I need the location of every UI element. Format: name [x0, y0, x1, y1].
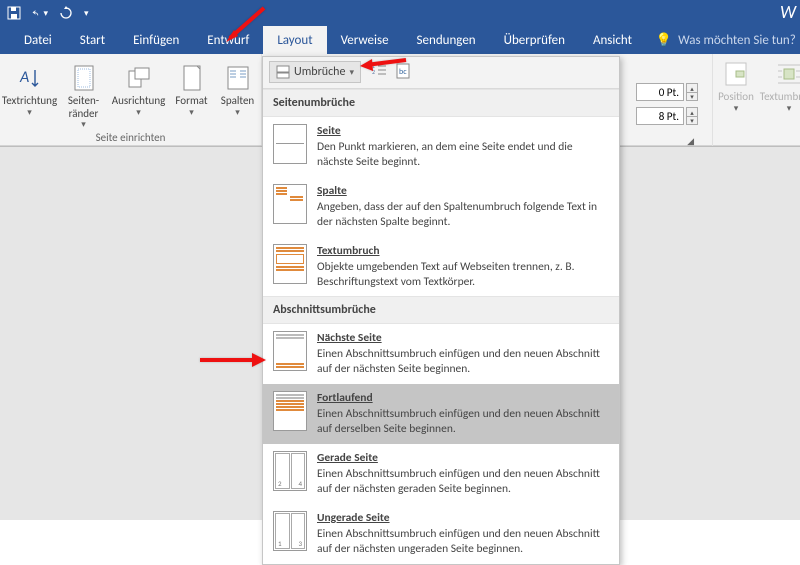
columns-icon	[222, 62, 254, 94]
spacing-before[interactable]: ▴▾	[636, 83, 698, 101]
seitenraender-label: Seiten- ränder	[68, 95, 99, 120]
thumb-seite-icon	[273, 124, 307, 164]
orientation-icon	[123, 62, 155, 94]
format-label: Format	[175, 95, 207, 108]
lightbulb-icon: 💡	[656, 33, 672, 48]
redo-icon[interactable]	[58, 5, 74, 21]
dd-section-seitenumbrueche: Seitenumbrüche	[263, 89, 619, 117]
annotation-arrow-tab	[214, 4, 274, 46]
tell-me-placeholder: Was möchten Sie tun?	[678, 33, 796, 48]
dd-item-seite[interactable]: Seite Den Punkt markieren, an dem eine S…	[263, 117, 619, 177]
tab-sendungen[interactable]: Sendungen	[403, 26, 490, 54]
dd-item-ungerade-seite[interactable]: 1 3 Ungerade Seite Einen Abschnittsumbru…	[263, 504, 619, 564]
spacing-after[interactable]: ▴▾	[636, 107, 698, 125]
dd-title: Spalte	[317, 184, 609, 199]
thumb-spalte-icon	[273, 184, 307, 224]
qat-customize-icon[interactable]: ▾	[84, 9, 89, 18]
thumb-ungerade-icon: 1 3	[273, 511, 307, 551]
textumbruch-label: Textumbruch	[760, 91, 800, 104]
group-seite-einrichten: A Textrichtung ▾ Seiten- ränder ▾ Ausric…	[0, 54, 262, 145]
umbrueche-label: Umbrüche	[294, 65, 345, 79]
wrap-text-icon	[773, 58, 800, 90]
dd-desc: Einen Abschnittsumbruch einfügen und den…	[317, 347, 600, 376]
dd-title: Textumbruch	[317, 244, 609, 259]
title-bar: ▾ ▾ W	[0, 0, 800, 26]
app-letter: W	[780, 1, 796, 23]
size-icon	[176, 62, 208, 94]
annotation-arrow-umbrueche	[348, 52, 410, 74]
dd-title: Nächste Seite	[317, 331, 609, 346]
tell-me[interactable]: 💡 Was möchten Sie tun?	[656, 26, 796, 54]
thumb-gerade-icon: 2 4	[273, 451, 307, 491]
dd-item-fortlaufend[interactable]: Fortlaufend Einen Abschnittsumbruch einf…	[263, 384, 619, 444]
dd-title: Seite	[317, 124, 609, 139]
tab-datei[interactable]: Datei	[10, 26, 66, 54]
spinner-buttons[interactable]: ▴▾	[686, 83, 698, 101]
position-label: Position	[718, 91, 754, 104]
dd-title: Fortlaufend	[317, 391, 609, 406]
dd-section-abschnittsumbrueche: Abschnittsumbrüche	[263, 296, 619, 324]
position-icon	[720, 58, 752, 90]
spalten-label: Spalten	[221, 95, 254, 108]
tab-ansicht[interactable]: Ansicht	[579, 26, 646, 54]
dd-desc: Einen Abschnittsumbruch einfügen und den…	[317, 407, 600, 436]
tab-ueberpruefen[interactable]: Überprüfen	[490, 26, 579, 54]
dd-title: Gerade Seite	[317, 451, 609, 466]
thumb-naechste-icon	[273, 331, 307, 371]
seitenraender-button[interactable]: Seiten- ränder ▾	[60, 58, 108, 129]
dd-item-textumbruch[interactable]: Textumbruch Objekte umgebenden Text auf …	[263, 237, 619, 297]
thumb-textumbruch-icon	[273, 244, 307, 284]
save-icon[interactable]	[6, 5, 22, 21]
ribbon-tabs: Datei Start Einfügen Entwurf Layout Verw…	[0, 26, 800, 54]
spacing-before-input[interactable]	[636, 83, 684, 101]
dialog-launcher-icon[interactable]: ◢	[687, 136, 694, 147]
dd-title: Ungerade Seite	[317, 511, 609, 526]
dd-item-spalte[interactable]: Spalte Angeben, dass der auf den Spalten…	[263, 177, 619, 237]
margins-icon	[68, 62, 100, 94]
group-label-seite-einrichten: Seite einrichten	[4, 129, 257, 145]
quick-access-toolbar: ▾ ▾	[6, 5, 89, 21]
dd-desc: Einen Abschnittsumbruch einfügen und den…	[317, 467, 600, 496]
thumb-fortlaufend-icon	[273, 391, 307, 431]
breaks-icon	[276, 65, 290, 79]
ausrichtung-button[interactable]: Ausrichtung ▾	[110, 58, 168, 117]
textrichtung-label: Textrichtung	[2, 95, 57, 108]
spacing-after-input[interactable]	[636, 107, 684, 125]
tab-einfuegen[interactable]: Einfügen	[119, 26, 193, 54]
umbrueche-dropdown: Umbrüche ▾ 12 bc Seitenumbrüche Seite De…	[262, 56, 620, 565]
textrichtung-button[interactable]: A Textrichtung ▾	[2, 58, 58, 117]
tab-start[interactable]: Start	[66, 26, 119, 54]
position-button[interactable]: Position ▾	[713, 54, 759, 146]
annotation-arrow-fortlaufend	[194, 348, 274, 372]
spalten-button[interactable]: Spalten ▾	[216, 58, 260, 117]
textrichtung-icon: A	[14, 62, 46, 94]
dd-item-gerade-seite[interactable]: 2 4 Gerade Seite Einen Abschnittsumbruch…	[263, 444, 619, 504]
spinner-buttons[interactable]: ▴▾	[686, 107, 698, 125]
tab-verweise[interactable]: Verweise	[327, 26, 403, 54]
ausrichtung-label: Ausrichtung	[112, 95, 166, 108]
dd-desc: Objekte umgebenden Text auf Webseiten tr…	[317, 260, 575, 289]
dd-desc: Angeben, dass der auf den Spaltenumbruch…	[317, 200, 597, 229]
textumbruch-button[interactable]: Textumbruch ▾	[759, 54, 800, 146]
dd-item-naechste-seite[interactable]: Nächste Seite Einen Abschnittsumbruch ei…	[263, 324, 619, 384]
dd-desc: Einen Abschnittsumbruch einfügen und den…	[317, 527, 600, 556]
undo-icon[interactable]: ▾	[32, 5, 48, 21]
dd-desc: Den Punkt markieren, an dem eine Seite e…	[317, 140, 573, 169]
format-button[interactable]: Format ▾	[170, 58, 214, 117]
svg-text:A: A	[19, 68, 29, 87]
